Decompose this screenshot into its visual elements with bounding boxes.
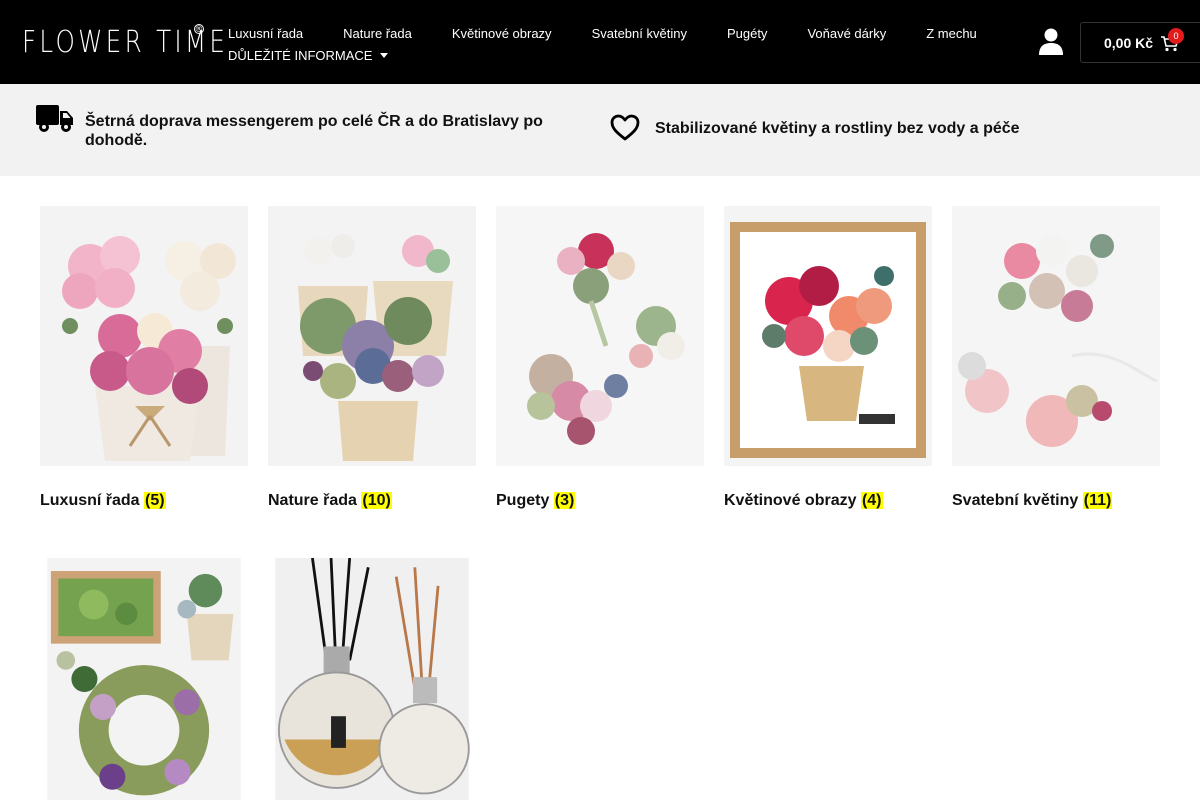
nav-item-pugety[interactable]: Pugéty — [727, 26, 767, 41]
nav-item-z-mechu[interactable]: Z mechu — [926, 26, 977, 41]
truck-icon — [36, 105, 73, 132]
caret-down-icon — [380, 52, 389, 58]
stabilized-text: Stabilizované květiny a rostliny bez vod… — [655, 119, 1020, 137]
stabilized-info: Stabilizované květiny a rostliny bez vod… — [610, 114, 1170, 142]
delivery-text: Šetrná doprava messengerem po celé ČR a … — [85, 113, 543, 149]
delivery-info: Šetrná doprava messengerem po celé ČR a … — [36, 102, 566, 150]
cart-total: 0,00 Kč — [1104, 34, 1154, 51]
category-name: Pugety — [496, 492, 550, 509]
site-header: FLOWER TIME ® Luxusní řada Nature řada K… — [0, 0, 1200, 84]
category-title[interactable]: Luxusní řada (5) — [40, 492, 248, 510]
category-name: Luxusní řada — [40, 492, 140, 509]
nav-item-dulezite-informace[interactable]: DŮLEŽITÉ INFORMACE — [228, 47, 389, 63]
nav-item-luxusni-rada[interactable]: Luxusní řada — [228, 26, 303, 41]
cart-count-badge: 0 — [1168, 28, 1184, 44]
nav-item-kvetinove-obrazy[interactable]: Květinové obrazy — [452, 26, 552, 41]
category-image-luxusni-rada — [40, 206, 248, 466]
category-image-svatebni-kvetiny — [952, 206, 1160, 466]
info-band: Šetrná doprava messengerem po celé ČR a … — [0, 84, 1200, 176]
category-count: (5) — [144, 492, 166, 509]
category-image-pugety — [496, 206, 704, 466]
nav-dropdown-label: DŮLEŽITÉ INFORMACE — [228, 47, 373, 63]
category-card-pugety[interactable]: Pugety (3) — [496, 206, 704, 510]
nav-item-svatebni-kvetiny[interactable]: Svatební květiny — [592, 26, 687, 41]
heart-icon — [610, 114, 640, 141]
user-account-button[interactable] — [1039, 28, 1063, 56]
category-card-svatebni-kvetiny[interactable]: Svatební květiny (11) — [952, 206, 1160, 510]
category-name: Svatební květiny — [952, 492, 1079, 509]
category-card-vonave-darky[interactable] — [268, 558, 476, 800]
category-count: (10) — [361, 492, 392, 509]
category-image-kvetinove-obrazy — [724, 206, 932, 466]
main-nav: Luxusní řada Nature řada Květinové obraz… — [228, 22, 1008, 66]
nav-item-nature-rada[interactable]: Nature řada — [343, 26, 412, 41]
category-title[interactable]: Pugety (3) — [496, 492, 704, 510]
category-image-z-mechu — [47, 558, 241, 800]
category-title[interactable]: Květinové obrazy (4) — [724, 492, 932, 510]
category-count: (11) — [1082, 492, 1113, 509]
category-card-nature-rada[interactable]: Nature řada (10) — [268, 206, 476, 510]
category-image-vonave-darky — [275, 558, 470, 800]
category-name: Nature řada — [268, 492, 357, 509]
category-card-kvetinove-obrazy[interactable]: Květinové obrazy (4) — [724, 206, 932, 510]
category-name: Květinové obrazy — [724, 492, 857, 509]
category-title[interactable]: Svatební květiny (11) — [952, 492, 1160, 510]
category-card-z-mechu[interactable] — [40, 558, 248, 800]
category-card-luxusni-rada[interactable]: Luxusní řada (5) — [40, 206, 248, 510]
category-count: (4) — [860, 492, 883, 509]
category-image-nature-rada — [268, 206, 476, 466]
category-title[interactable]: Nature řada (10) — [268, 492, 476, 510]
user-icon — [1039, 28, 1063, 55]
registered-mark: ® — [194, 24, 204, 34]
cart-button[interactable]: 0,00 Kč 0 — [1080, 22, 1200, 63]
nav-item-vonave-darky[interactable]: Voňavé dárky — [807, 26, 886, 41]
category-count: (3) — [553, 492, 576, 509]
